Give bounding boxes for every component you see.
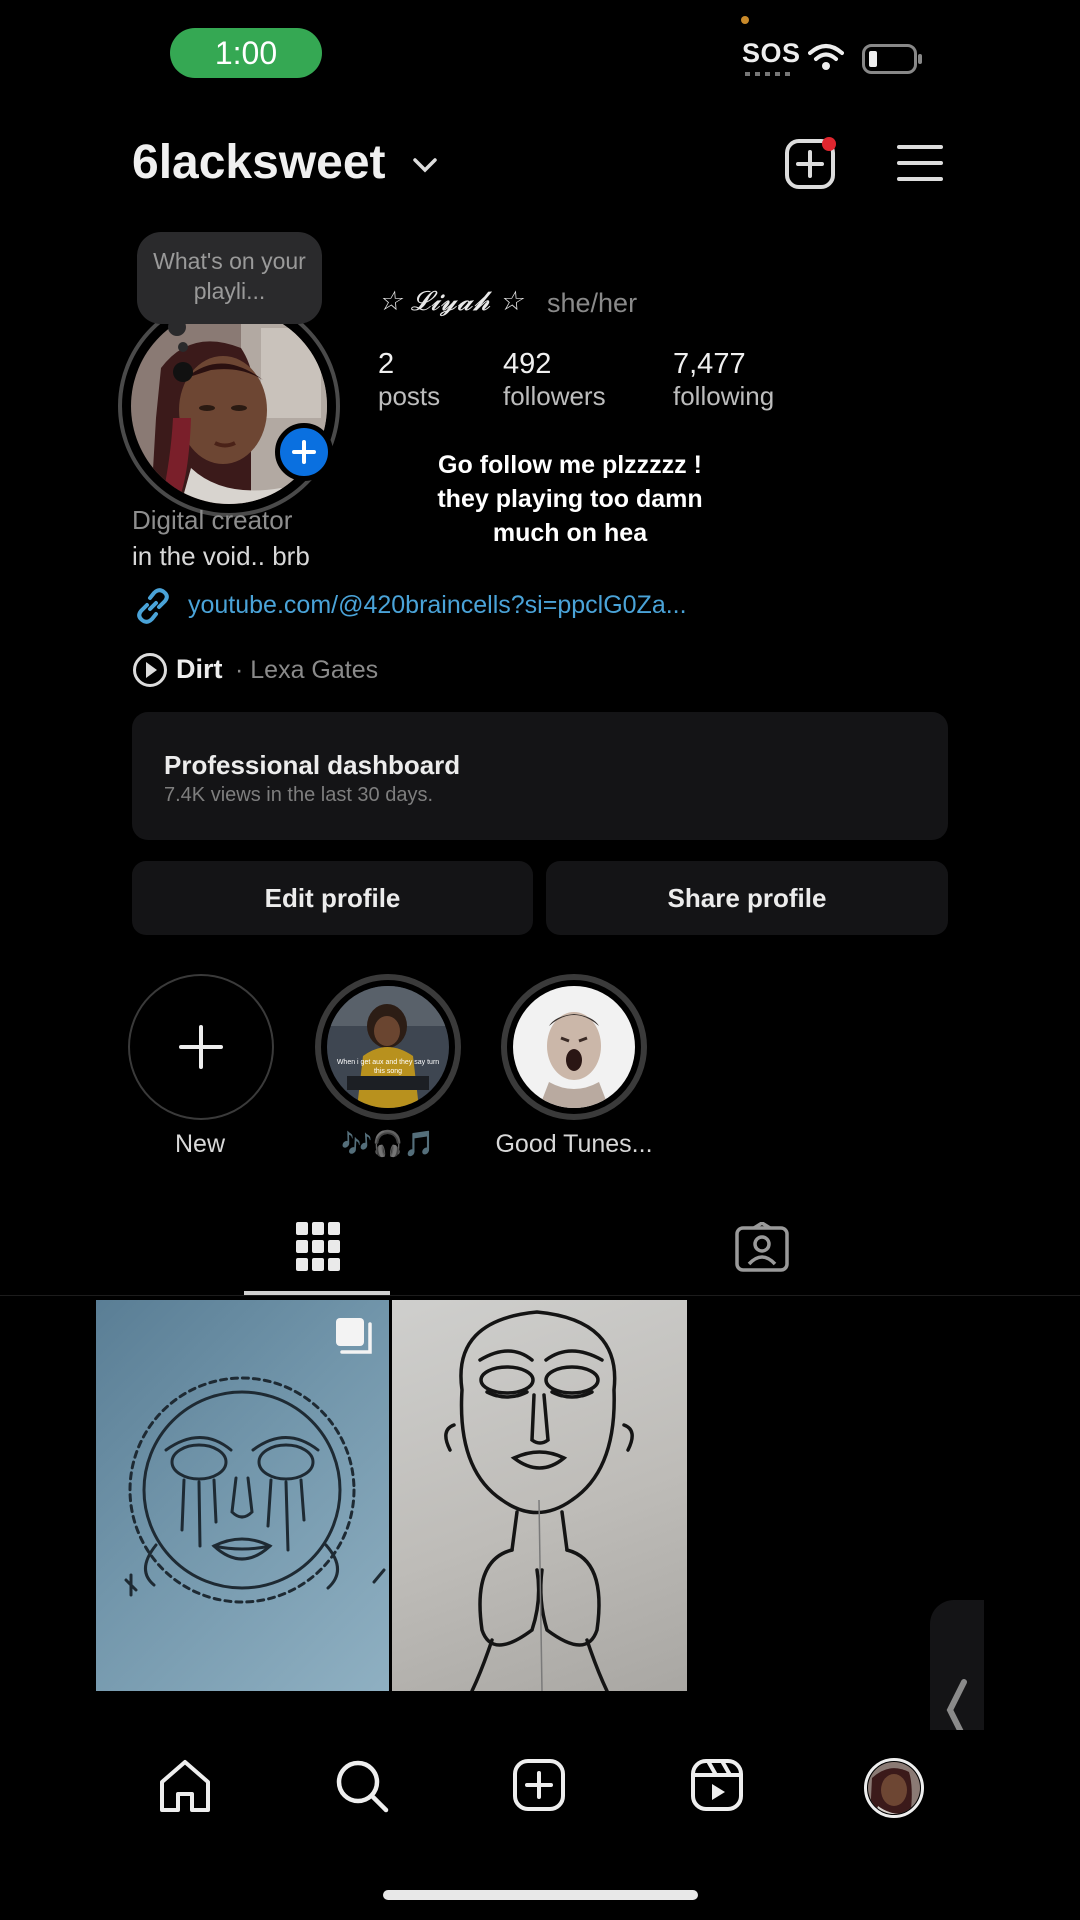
battery-icon <box>862 44 922 74</box>
add-post-icon[interactable] <box>512 1758 566 1812</box>
highlight-thumb-caption: When i get aux and they say turn this so… <box>336 1059 440 1075</box>
chevron-down-icon[interactable] <box>412 156 438 174</box>
profile-bio: in the void.. brb <box>132 541 310 571</box>
profile-username[interactable]: 6lacksweet <box>132 135 386 190</box>
display-name: ☆ 𝓛𝓲𝔂𝓪𝓱 ☆ <box>378 286 524 317</box>
note-text: What's on your playli... <box>153 248 306 304</box>
post-thumbnail-1[interactable] <box>96 1300 389 1691</box>
pronouns: she/her <box>547 288 638 318</box>
highlight-music[interactable]: When i get aux and they say turn this so… <box>315 974 461 1120</box>
post-sketch-face <box>124 1376 386 1604</box>
plus-icon <box>179 1025 223 1069</box>
followers-label: followers <box>503 381 606 411</box>
following-stat[interactable]: 7,477 following <box>673 348 774 412</box>
privacy-indicator-dot <box>741 16 749 24</box>
posts-label: posts <box>378 381 441 411</box>
signal-dots <box>745 72 790 76</box>
tagged-icon[interactable] <box>735 1222 789 1272</box>
active-tab-indicator <box>244 1291 390 1295</box>
highlight-label-music: 🎶🎧🎵 <box>341 1130 435 1158</box>
music-artist[interactable]: · Lexa Gates <box>235 656 378 685</box>
profile-icon[interactable] <box>864 1758 924 1818</box>
profile-link[interactable]: youtube.com/@420braincells?si=ppclG0Za..… <box>188 591 687 620</box>
posts-stat[interactable]: 2 posts <box>378 348 440 412</box>
note-bubble-tail-small <box>178 342 188 352</box>
followers-count: 492 <box>503 348 552 380</box>
professional-dashboard[interactable]: Professional dashboard 7.4K views in the… <box>132 712 948 840</box>
note-bubble[interactable]: What's on your playli... <box>137 232 322 324</box>
overlay-caption-line: Go follow me plzzzzz ! <box>438 451 702 479</box>
link-icon <box>137 588 169 624</box>
reels-icon[interactable] <box>690 1758 744 1812</box>
add-story-button[interactable] <box>275 423 333 481</box>
home-indicator <box>383 1890 698 1900</box>
sos-indicator: SOS <box>742 38 801 68</box>
grid-icon[interactable] <box>296 1222 340 1272</box>
tab-divider <box>0 1295 1080 1296</box>
share-profile-button[interactable]: Share profile <box>546 861 948 935</box>
play-icon[interactable] <box>132 652 168 688</box>
highlight-good-tunes[interactable] <box>501 974 647 1120</box>
status-time[interactable]: 1:00 <box>170 28 322 78</box>
highlight-thumbnail <box>327 986 449 1108</box>
bottom-navigation <box>96 1730 984 1850</box>
search-icon[interactable] <box>334 1758 390 1814</box>
post-sketch-figure <box>444 1310 634 1691</box>
plus-icon <box>292 440 316 464</box>
posts-count: 2 <box>378 348 395 380</box>
profile-category: Digital creator <box>132 505 293 535</box>
dashboard-subtitle: 7.4K views in the last 30 days. <box>164 784 434 806</box>
home-icon[interactable] <box>158 1758 212 1814</box>
highlight-label-good-tunes: Good Tunes... <box>495 1130 653 1158</box>
new-highlight-button[interactable] <box>128 974 274 1120</box>
create-icon[interactable] <box>784 136 840 192</box>
followers-stat[interactable]: 492 followers <box>503 348 606 412</box>
dashboard-title: Professional dashboard <box>164 750 461 780</box>
video-overlay-caption: Go follow me plzzzzz ! they playing too … <box>400 448 740 550</box>
menu-icon[interactable] <box>896 143 944 183</box>
edit-profile-button[interactable]: Edit profile <box>132 861 533 935</box>
overlay-caption-line: they playing too damn <box>437 485 703 513</box>
following-count: 7,477 <box>673 348 746 380</box>
carousel-icon <box>336 1318 372 1354</box>
highlight-label-new: New <box>174 1130 225 1158</box>
overlay-caption-line: much on hea <box>492 519 648 547</box>
post-thumbnail-2[interactable] <box>392 1300 687 1691</box>
following-label: following <box>673 381 775 411</box>
music-title[interactable]: Dirt <box>176 654 223 685</box>
highlight-thumbnail <box>513 986 635 1108</box>
wifi-icon <box>808 44 844 70</box>
